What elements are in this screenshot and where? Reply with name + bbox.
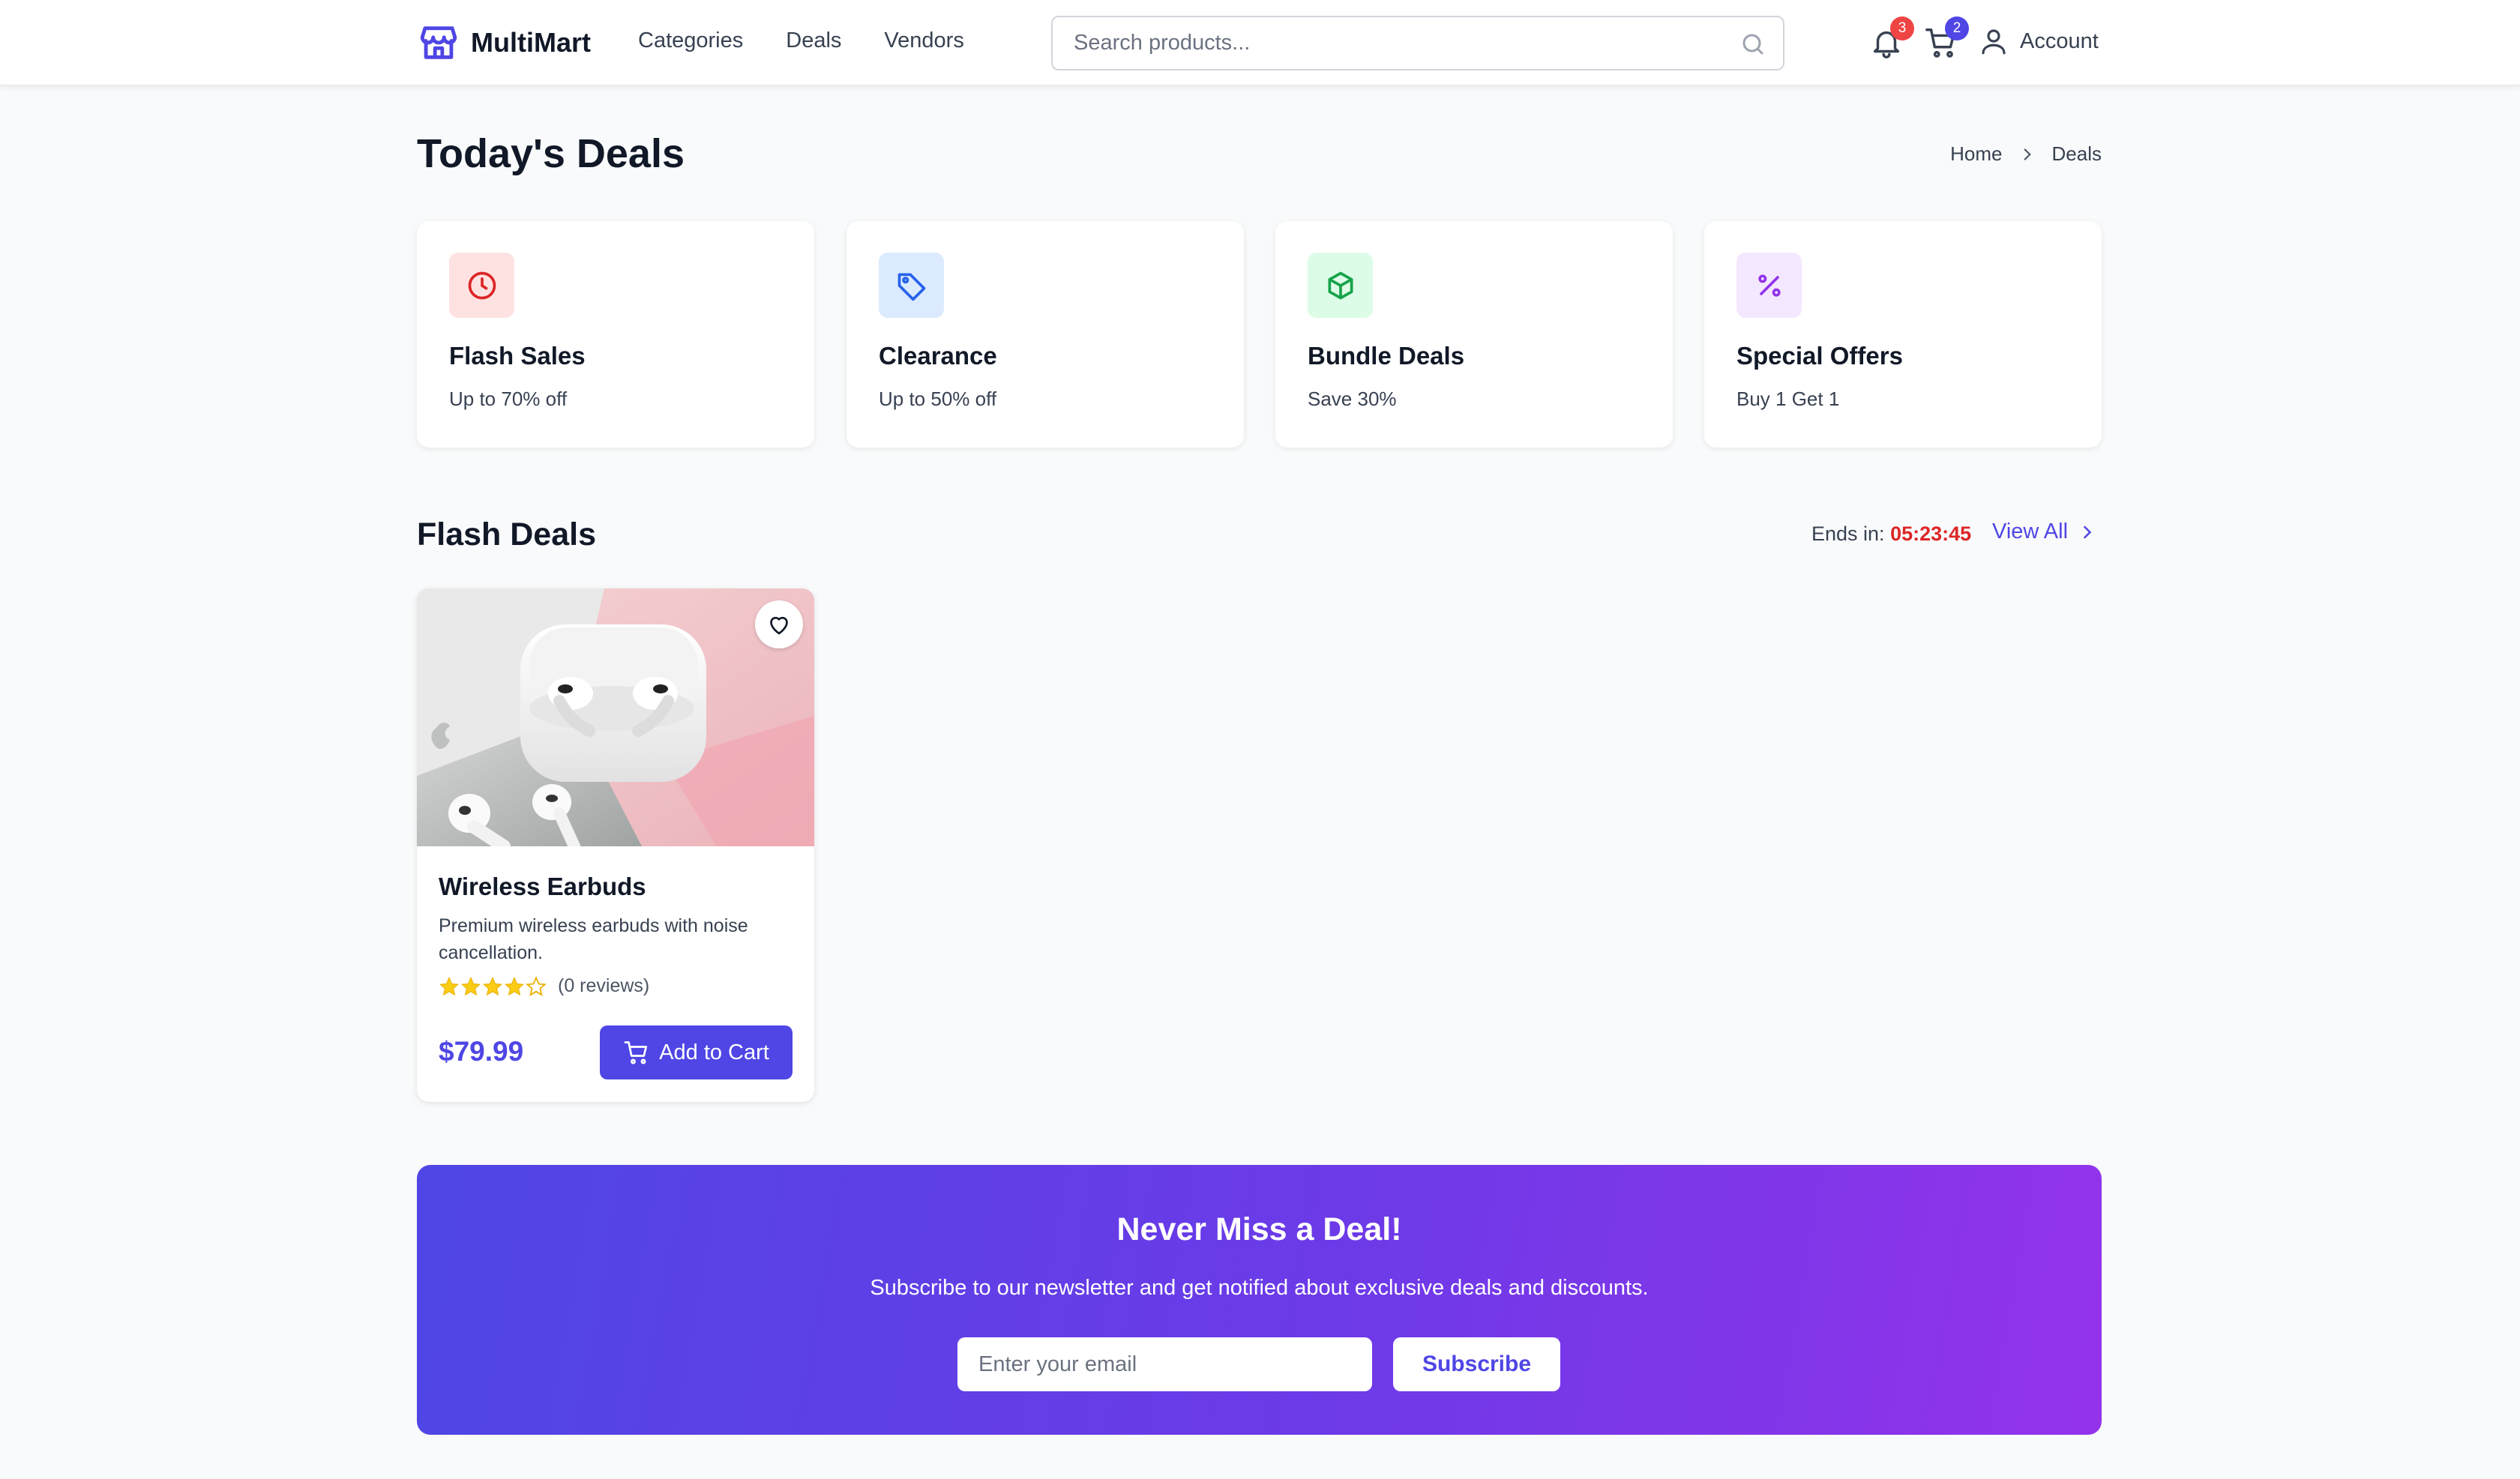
flash-deals-title: Flash Deals — [417, 516, 596, 552]
add-to-cart-button[interactable]: Add to Cart — [600, 1025, 793, 1079]
category-card-flash-sales[interactable]: Flash Sales Up to 70% off — [417, 221, 814, 448]
search-icon[interactable] — [1739, 31, 1766, 58]
subscribe-button[interactable]: Subscribe — [1393, 1337, 1560, 1391]
nav-categories[interactable]: Categories — [638, 28, 743, 53]
star-filled-icon — [439, 976, 460, 995]
chevron-right-icon — [2084, 525, 2092, 538]
email-field[interactable] — [957, 1337, 1372, 1391]
notifications-badge: 3 — [1890, 16, 1914, 40]
newsletter-subtitle: Subscribe to our newsletter and get noti… — [870, 1276, 1649, 1300]
countdown: Ends in: 05:23:45 — [1811, 522, 1971, 546]
product-description: Premium wireless earbuds with noise canc… — [439, 915, 748, 963]
category-title: Flash Sales — [449, 342, 586, 370]
view-all-link[interactable]: View All — [1992, 519, 2098, 544]
star-filled-icon — [460, 976, 481, 995]
star-filled-icon — [482, 976, 503, 995]
breadcrumb-home[interactable]: Home — [1950, 142, 2002, 166]
star-outline-icon — [526, 975, 547, 996]
search-box — [1051, 16, 1784, 70]
cart-icon — [624, 1041, 648, 1064]
account-button[interactable]: Account — [1978, 25, 2099, 57]
box-icon — [1328, 271, 1353, 299]
category-title: Bundle Deals — [1308, 342, 1465, 370]
account-label: Account — [2020, 28, 2099, 53]
category-subtitle: Save 30% — [1308, 388, 1397, 410]
brand-logo[interactable]: MultiMart — [417, 21, 591, 64]
countdown-label: Ends in: — [1811, 522, 1885, 545]
breadcrumb: Home Deals — [1950, 142, 2102, 166]
category-card-bundle-deals[interactable]: Bundle Deals Save 30% — [1275, 221, 1673, 448]
brand-name: MultiMart — [471, 27, 591, 58]
add-to-cart-label: Add to Cart — [659, 1040, 769, 1064]
product-image[interactable] — [417, 588, 814, 846]
wishlist-button[interactable] — [755, 600, 803, 648]
notifications-button[interactable]: 3 — [1869, 16, 1914, 60]
search-input[interactable] — [1074, 31, 1711, 55]
store-icon — [420, 26, 457, 59]
category-icon-box — [1736, 253, 1802, 318]
category-title: Special Offers — [1736, 342, 1903, 370]
product-name[interactable]: Wireless Earbuds — [439, 873, 646, 901]
heart-icon — [770, 616, 788, 635]
percent-icon — [1757, 274, 1781, 297]
cart-button[interactable]: 2 — [1924, 16, 1969, 60]
product-price: $79.99 — [439, 1036, 524, 1067]
chevron-right-icon — [2024, 148, 2031, 160]
category-subtitle: Up to 50% off — [879, 388, 997, 410]
user-icon — [1982, 29, 2006, 55]
category-card-clearance[interactable]: Clearance Up to 50% off — [846, 221, 1244, 448]
product-rating: (0 reviews) — [439, 975, 649, 997]
category-subtitle: Buy 1 Get 1 — [1736, 388, 1840, 410]
category-icon-box — [1308, 253, 1373, 318]
category-icon-box — [449, 253, 514, 318]
tag-icon — [897, 273, 925, 301]
review-count: (0 reviews) — [558, 975, 650, 996]
product-card[interactable]: Wireless Earbuds Premium wireless earbud… — [417, 588, 814, 1102]
page-title: Today's Deals — [417, 131, 685, 176]
cart-badge: 2 — [1945, 16, 1969, 40]
nav-vendors[interactable]: Vendors — [884, 28, 963, 53]
main-nav: Categories Deals Vendors — [638, 28, 1007, 53]
newsletter-banner: Never Miss a Deal! Subscribe to our news… — [417, 1165, 2102, 1435]
nav-deals[interactable]: Deals — [786, 28, 841, 53]
countdown-timer: 05:23:45 — [1890, 522, 1972, 545]
category-subtitle: Up to 70% off — [449, 388, 568, 410]
star-filled-icon — [504, 976, 525, 995]
category-icon-box — [879, 253, 944, 318]
clock-icon — [468, 271, 496, 299]
breadcrumb-current: Deals — [2051, 142, 2102, 165]
category-card-special-offers[interactable]: Special Offers Buy 1 Get 1 — [1704, 221, 2102, 448]
view-all-label: View All — [1992, 519, 2069, 543]
top-header: MultiMart Categories Deals Vendors 3 2 A… — [0, 0, 2520, 85]
category-title: Clearance — [879, 342, 997, 370]
newsletter-title: Never Miss a Deal! — [1116, 1211, 1402, 1247]
